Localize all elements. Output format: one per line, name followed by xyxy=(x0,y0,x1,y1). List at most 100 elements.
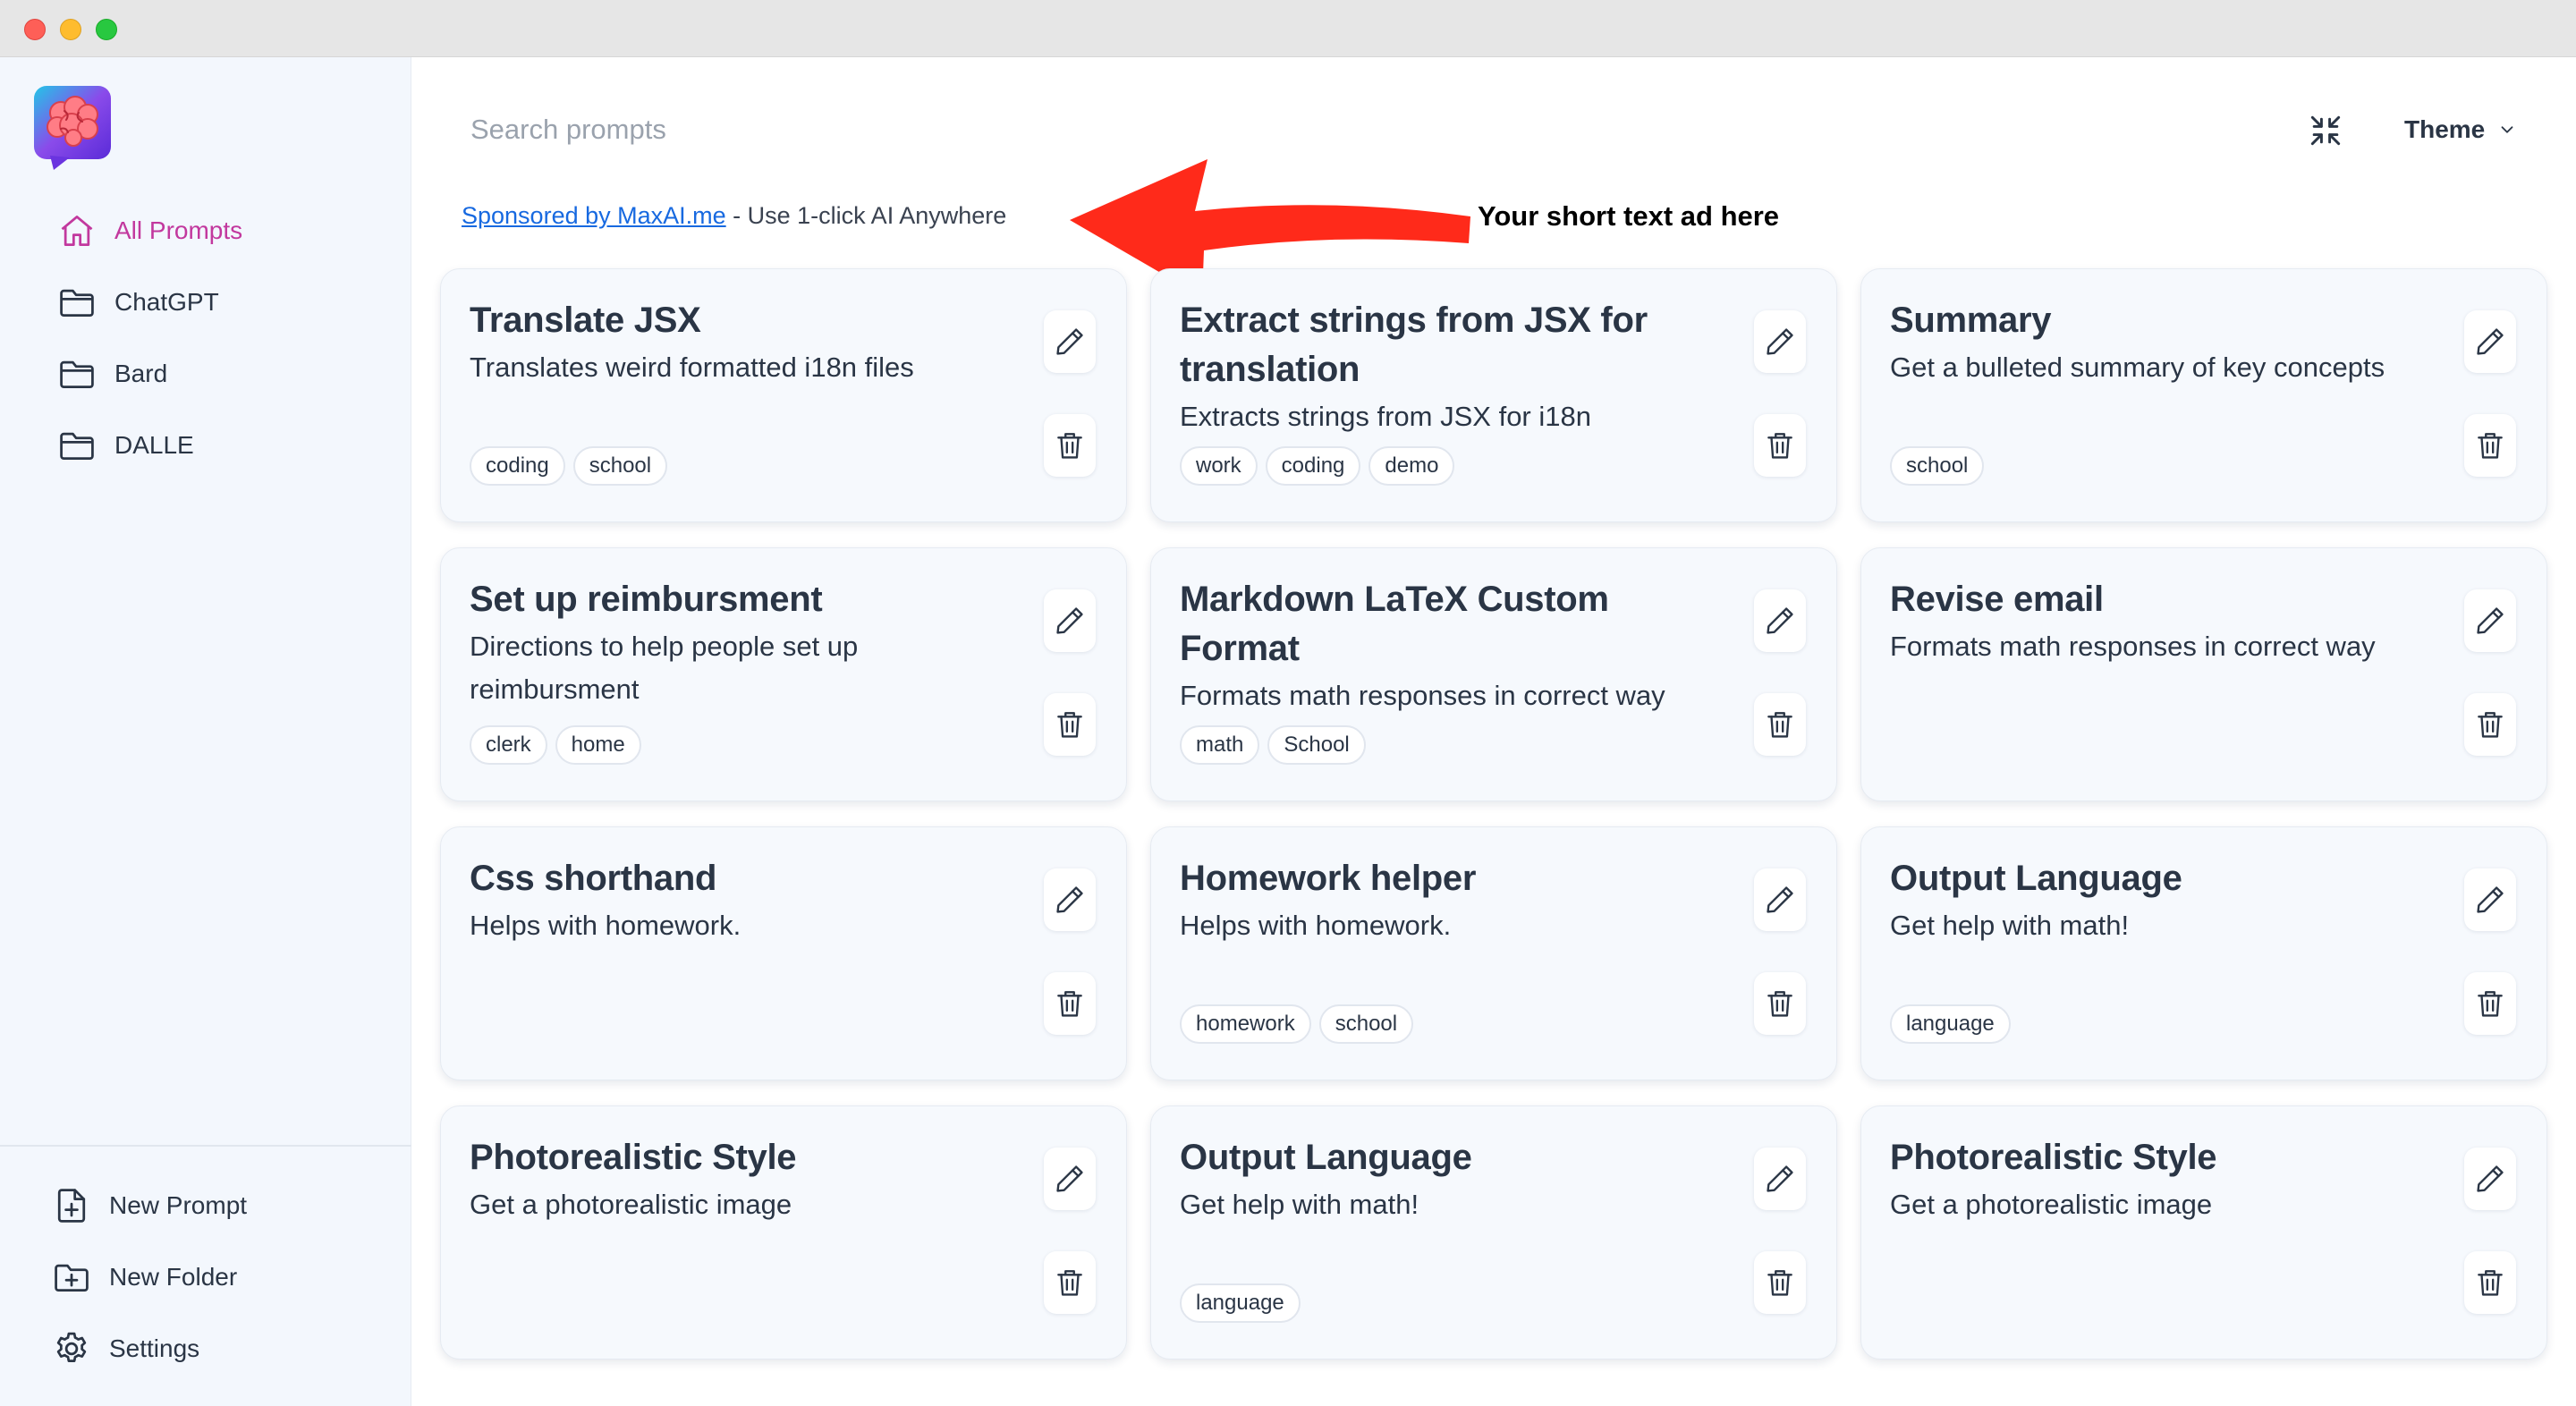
trash-icon xyxy=(1767,712,1792,738)
delete-button[interactable] xyxy=(1044,414,1096,477)
prompt-card[interactable]: Markdown LaTeX Custom Format Formats math… xyxy=(1150,547,1837,801)
edit-button[interactable] xyxy=(1754,310,1806,373)
edit-button[interactable] xyxy=(2464,868,2516,931)
tag-chip[interactable]: School xyxy=(1267,725,1366,765)
search-input[interactable] xyxy=(447,98,1610,161)
prompt-tags: school xyxy=(1890,446,1985,486)
pencil-icon xyxy=(2477,328,2504,355)
sponsored-ad: Sponsored by MaxAI.me - Use 1-click AI A… xyxy=(462,202,1006,230)
trash-icon xyxy=(1767,1270,1792,1296)
prompt-title: Revise email xyxy=(1890,580,2104,619)
delete-button[interactable] xyxy=(1044,1251,1096,1314)
edit-button[interactable] xyxy=(1044,868,1096,931)
settings-button[interactable]: Settings xyxy=(52,1326,199,1372)
prompt-tags: homework school xyxy=(1180,1004,1414,1044)
prompt-description: Formats math responses in correct way xyxy=(1890,631,2376,662)
prompt-card[interactable]: Output Language Get help with math! langua… xyxy=(1860,826,2547,1080)
edit-button[interactable] xyxy=(1754,589,1806,652)
sidebar-item-bard[interactable]: Bard xyxy=(57,351,167,397)
prompt-card[interactable]: Extract strings from JSX for translation… xyxy=(1150,268,1837,522)
delete-button[interactable] xyxy=(1754,1251,1806,1314)
trash-icon xyxy=(2478,991,2503,1017)
new-folder-label: New Folder xyxy=(109,1263,238,1291)
prompt-title: Extract strings from JSX for translation xyxy=(1180,301,1648,389)
prompt-grid: Translate JSX Translates weird formatted … xyxy=(440,268,2547,1359)
ad-annotation: Your short text ad here xyxy=(1478,200,1780,232)
edit-button[interactable] xyxy=(1044,1148,1096,1210)
prompt-card[interactable]: Revise email Formats math responses in co… xyxy=(1860,547,2547,801)
trash-icon xyxy=(1767,433,1792,459)
tag-chip[interactable]: home xyxy=(555,725,641,765)
edit-button[interactable] xyxy=(1754,1148,1806,1210)
prompt-card[interactable]: Homework helper Helps with homework. homew… xyxy=(1150,826,1837,1080)
edit-button[interactable] xyxy=(2464,310,2516,373)
prompt-card[interactable]: Css shorthand Helps with homework. xyxy=(440,826,1127,1080)
prompt-card[interactable]: Set up reimbursment Directions to help pe… xyxy=(440,547,1127,801)
delete-button[interactable] xyxy=(1754,414,1806,477)
tag-chip[interactable]: school xyxy=(572,446,668,486)
edit-button[interactable] xyxy=(1044,589,1096,652)
delete-button[interactable] xyxy=(1754,972,1806,1035)
sponsor-link[interactable]: Sponsored by MaxAI.me xyxy=(462,202,726,229)
sidebar-item-dalle[interactable]: DALLE xyxy=(57,422,194,469)
tag-chip[interactable]: math xyxy=(1180,725,1260,765)
sidebar-item-all-prompts[interactable]: All Prompts xyxy=(57,208,242,254)
chevron-down-icon xyxy=(2501,126,2513,133)
prompt-title: Output Language xyxy=(1890,859,2182,898)
edit-button[interactable] xyxy=(2464,1148,2516,1210)
sidebar: All Prompts ChatGPT Bard DALLE New Promp… xyxy=(0,57,411,1406)
tag-chip[interactable]: homework xyxy=(1180,1004,1311,1044)
prompt-card[interactable]: Summary Get a bulleted summary of key con… xyxy=(1860,268,2547,522)
trash-icon xyxy=(1057,1270,1082,1296)
trash-icon xyxy=(2478,1270,2503,1296)
delete-button[interactable] xyxy=(1044,693,1096,756)
prompt-card[interactable]: Photorealistic Style Get a photorealistic… xyxy=(1860,1105,2547,1359)
tag-chip[interactable]: coding xyxy=(1265,446,1361,486)
sidebar-item-label: Bard xyxy=(114,360,168,387)
prompt-card[interactable]: Output Language Get help with math! langua… xyxy=(1150,1105,1837,1359)
sidebar-item-chatgpt[interactable]: ChatGPT xyxy=(57,279,219,326)
prompt-title: Photorealistic Style xyxy=(1890,1138,2217,1177)
edit-button[interactable] xyxy=(1754,868,1806,931)
folder-icon xyxy=(60,360,94,389)
prompt-description: Get a bulleted summary of key concepts xyxy=(1890,352,2385,383)
new-prompt-label: New Prompt xyxy=(109,1191,248,1219)
delete-button[interactable] xyxy=(2464,1251,2516,1314)
tag-chip[interactable]: coding xyxy=(470,446,565,486)
prompt-tags: language xyxy=(1180,1283,1301,1323)
tag-chip[interactable]: language xyxy=(1890,1004,2011,1044)
prompt-title: Markdown LaTeX Custom Format xyxy=(1180,580,1609,668)
delete-button[interactable] xyxy=(2464,972,2516,1035)
delete-button[interactable] xyxy=(2464,693,2516,756)
close-window-button[interactable] xyxy=(24,19,46,40)
theme-label: Theme xyxy=(2404,115,2486,143)
trash-icon xyxy=(1057,712,1082,738)
collapse-icon[interactable] xyxy=(2306,111,2345,150)
tag-chip[interactable]: clerk xyxy=(470,725,547,765)
prompt-card[interactable]: Translate JSX Translates weird formatted … xyxy=(440,268,1127,522)
edit-button[interactable] xyxy=(2464,589,2516,652)
tag-chip[interactable]: school xyxy=(1318,1004,1414,1044)
edit-button[interactable] xyxy=(1044,310,1096,373)
prompt-title: Homework helper xyxy=(1180,859,1477,898)
prompt-title: Summary xyxy=(1890,301,2052,340)
new-prompt-button[interactable]: New Prompt xyxy=(52,1182,247,1229)
tag-chip[interactable]: demo xyxy=(1368,446,1455,486)
minimize-window-button[interactable] xyxy=(60,19,81,40)
prompt-title: Css shorthand xyxy=(470,859,717,898)
pencil-icon xyxy=(2477,607,2504,634)
tag-chip[interactable]: language xyxy=(1180,1283,1301,1323)
maximize-window-button[interactable] xyxy=(96,19,117,40)
tag-chip[interactable]: work xyxy=(1180,446,1258,486)
theme-dropdown[interactable]: Theme xyxy=(2404,109,2517,150)
pencil-icon xyxy=(2477,1165,2504,1192)
delete-button[interactable] xyxy=(1044,972,1096,1035)
gear-icon xyxy=(56,1332,87,1362)
tag-chip[interactable]: school xyxy=(1890,446,1985,486)
prompt-description: Formats math responses in correct way xyxy=(1180,680,1665,711)
new-folder-button[interactable]: New Folder xyxy=(52,1254,237,1300)
delete-button[interactable] xyxy=(1754,693,1806,756)
prompt-description: Get a photorealistic image xyxy=(470,1189,792,1220)
delete-button[interactable] xyxy=(2464,414,2516,477)
prompt-card[interactable]: Photorealistic Style Get a photorealistic… xyxy=(440,1105,1127,1359)
